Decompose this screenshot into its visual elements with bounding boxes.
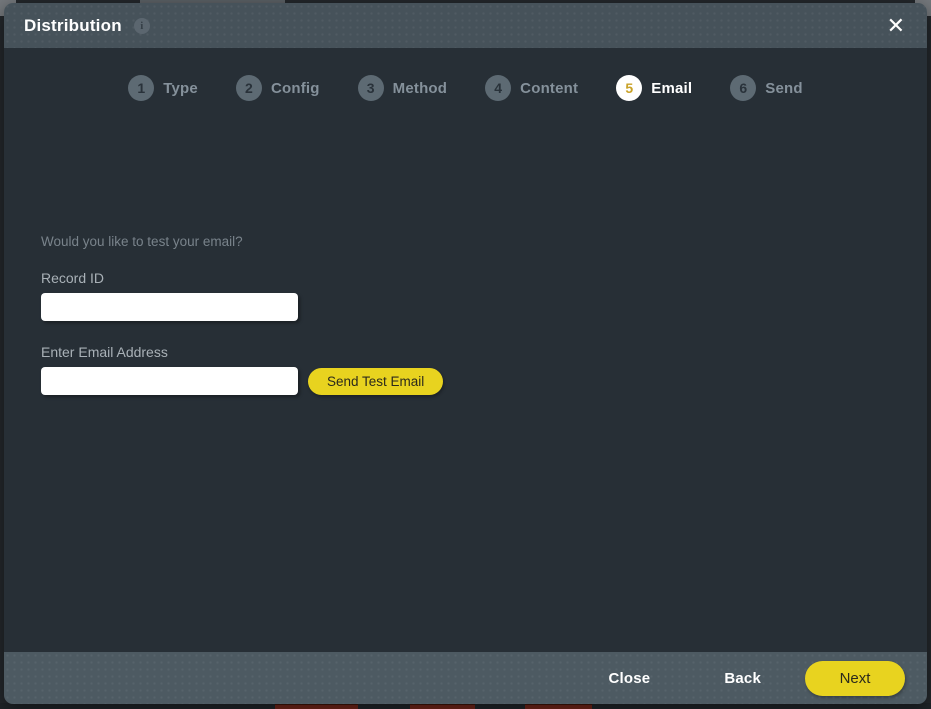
step-number-badge: 3 — [357, 75, 384, 101]
close-icon[interactable]: ✕ — [883, 13, 909, 39]
record-id-group: Record ID — [41, 270, 443, 321]
record-id-input[interactable] — [41, 293, 298, 321]
step-config[interactable]: 2 Config — [235, 75, 320, 101]
info-icon[interactable]: i — [133, 17, 150, 34]
close-button[interactable]: Close — [608, 670, 650, 687]
step-method[interactable]: 3 Method — [357, 75, 448, 101]
step-label: Content — [520, 79, 579, 97]
step-label: Method — [392, 79, 448, 97]
next-button[interactable]: Next — [805, 660, 905, 696]
step-label: Config — [270, 79, 320, 97]
send-test-email-button[interactable]: Send Test Email — [308, 367, 444, 395]
step-number-badge: 2 — [235, 75, 262, 101]
test-email-form: Would you like to test your email? Recor… — [41, 234, 444, 418]
step-email-active[interactable]: 5 Email — [616, 75, 692, 101]
step-label: Send — [765, 79, 803, 97]
wizard-stepper: 1 Type 2 Config 3 Method 4 Content 5 Ema… — [4, 48, 927, 101]
modal-body: 1 Type 2 Config 3 Method 4 Content 5 Ema… — [4, 48, 927, 652]
step-number-badge: 5 — [616, 75, 643, 101]
step-send[interactable]: 6 Send — [730, 75, 803, 101]
step-number-badge: 1 — [128, 75, 155, 101]
backdrop-red-block — [410, 704, 475, 709]
step-label: Email — [651, 79, 693, 97]
step-number-badge: 6 — [730, 75, 757, 101]
step-label: Type — [163, 79, 198, 97]
email-group: Enter Email Address Send Test Email — [41, 344, 444, 395]
email-input[interactable] — [41, 367, 298, 395]
backdrop-red-block — [275, 704, 358, 709]
step-content[interactable]: 4 Content — [485, 75, 578, 101]
modal-header: Distribution i ✕ — [4, 3, 927, 48]
modal-footer: Close Back Next — [4, 652, 927, 704]
step-number-badge: 4 — [485, 75, 512, 101]
email-label: Enter Email Address — [41, 344, 168, 360]
distribution-modal: Distribution i ✕ 1 Type 2 Config 3 Metho… — [4, 3, 927, 704]
back-button[interactable]: Back — [724, 670, 761, 687]
record-id-label: Record ID — [41, 270, 105, 286]
step-type[interactable]: 1 Type — [128, 75, 198, 101]
modal-title: Distribution — [24, 15, 122, 35]
form-question: Would you like to test your email? — [41, 234, 243, 249]
backdrop-red-block — [525, 704, 592, 709]
